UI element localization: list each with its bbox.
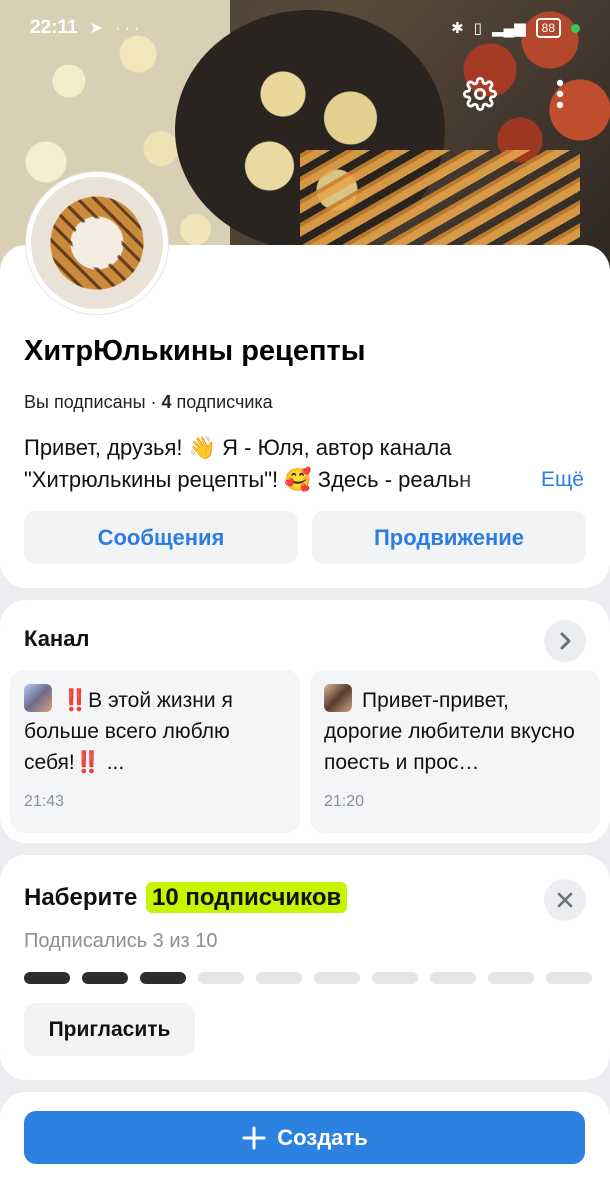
privacy-dot xyxy=(571,23,580,33)
vibrate-icon: ▯ xyxy=(473,20,482,37)
promotion-button[interactable]: Продвижение xyxy=(312,511,586,564)
goal-title: Наберите 10 подписчиков xyxy=(24,882,348,913)
close-icon[interactable] xyxy=(544,879,586,921)
post-body: Привет-привет, дорогие любители вкусно п… xyxy=(324,689,575,774)
bluetooth-icon: ✱ xyxy=(451,20,464,37)
description-line-1: Привет, друзья! 👋 Я - Юля, автор канала xyxy=(24,435,452,460)
progress-segment xyxy=(82,972,128,984)
channel-description: Привет, друзья! 👋 Я - Юля, автор канала … xyxy=(24,432,589,496)
invite-button[interactable]: Пригласить xyxy=(24,1003,195,1056)
subscriber-word: подписчика xyxy=(171,392,273,412)
description-line-2: "Хитрюлькины рецепты"! 🥰 Здесь - реальн xyxy=(24,467,472,492)
post-thumbnail xyxy=(324,684,352,712)
status-right: ✱ ▯ ▂▄▆ 88 xyxy=(451,18,580,38)
create-label: Создать xyxy=(277,1124,368,1150)
status-time: 22:11 xyxy=(30,17,78,38)
progress-segment xyxy=(314,972,360,984)
profile-actions: Сообщения Продвижение xyxy=(24,511,586,564)
cover-sticks xyxy=(300,150,580,260)
goal-title-highlight: 10 подписчиков xyxy=(146,882,348,913)
create-button[interactable]: Создать xyxy=(24,1111,585,1164)
post-time: 21:43 xyxy=(24,793,65,810)
plus-icon xyxy=(242,1126,266,1149)
channel-post[interactable]: Привет-привет, дорогие любители вкусно п… xyxy=(310,670,600,833)
signal-icon: ▂▄▆ xyxy=(491,20,526,37)
progress-segment xyxy=(546,972,592,984)
goal-progress-bar xyxy=(24,972,592,984)
cover-actions xyxy=(460,72,580,116)
post-thumbnail xyxy=(24,684,52,712)
progress-segment xyxy=(198,972,244,984)
goal-title-prefix: Наберите xyxy=(24,884,145,911)
progress-segment xyxy=(430,972,476,984)
post-text: Привет-привет, дорогие любители вкусно п… xyxy=(324,684,586,777)
double-exclamation-icon: ‼️ xyxy=(62,689,89,712)
telegram-icon: ➤ ··· xyxy=(89,20,144,37)
create-card: Создать xyxy=(0,1092,610,1191)
goal-card: Наберите 10 подписчиков Подписались 3 из… xyxy=(0,855,610,1080)
chevron-right-icon[interactable] xyxy=(544,620,586,662)
post-text: ‼️В этой жизни я больше всего люблю себя… xyxy=(24,684,286,777)
progress-segment xyxy=(372,972,418,984)
subscribed-label: Вы подписаны · xyxy=(24,392,162,412)
post-time: 21:20 xyxy=(324,793,365,810)
subscriber-count: 4 xyxy=(161,392,172,412)
channel-post[interactable]: ‼️В этой жизни я больше всего люблю себя… xyxy=(10,670,300,833)
status-bar: 22:11 ➤ ··· ✱ ▯ ▂▄▆ 88 xyxy=(0,0,610,56)
more-link[interactable]: Ещё xyxy=(541,464,584,496)
gear-icon[interactable] xyxy=(460,72,500,116)
progress-segment xyxy=(140,972,186,984)
channel-card: Канал ‼️В этой жизни я больше всего любл… xyxy=(0,600,610,843)
messages-button[interactable]: Сообщения xyxy=(24,511,298,564)
goal-progress-text: Подписались 3 из 10 xyxy=(24,930,218,952)
post-ellipsis: ... xyxy=(100,751,125,774)
channel-section-title[interactable]: Канал xyxy=(24,626,89,652)
progress-segment xyxy=(24,972,70,984)
post-body: В этой жизни я больше всего люблю себя! xyxy=(24,689,233,774)
avatar[interactable] xyxy=(26,172,168,314)
subscription-info[interactable]: Вы подписаны · 4 подписчика xyxy=(24,392,273,413)
channel-name: ХитрЮлькины рецепты xyxy=(24,335,366,367)
double-exclamation-icon: ‼️ xyxy=(74,751,101,774)
progress-segment xyxy=(256,972,302,984)
progress-segment xyxy=(488,972,534,984)
battery-icon: 88 xyxy=(535,18,561,38)
kebab-icon[interactable] xyxy=(540,72,580,116)
